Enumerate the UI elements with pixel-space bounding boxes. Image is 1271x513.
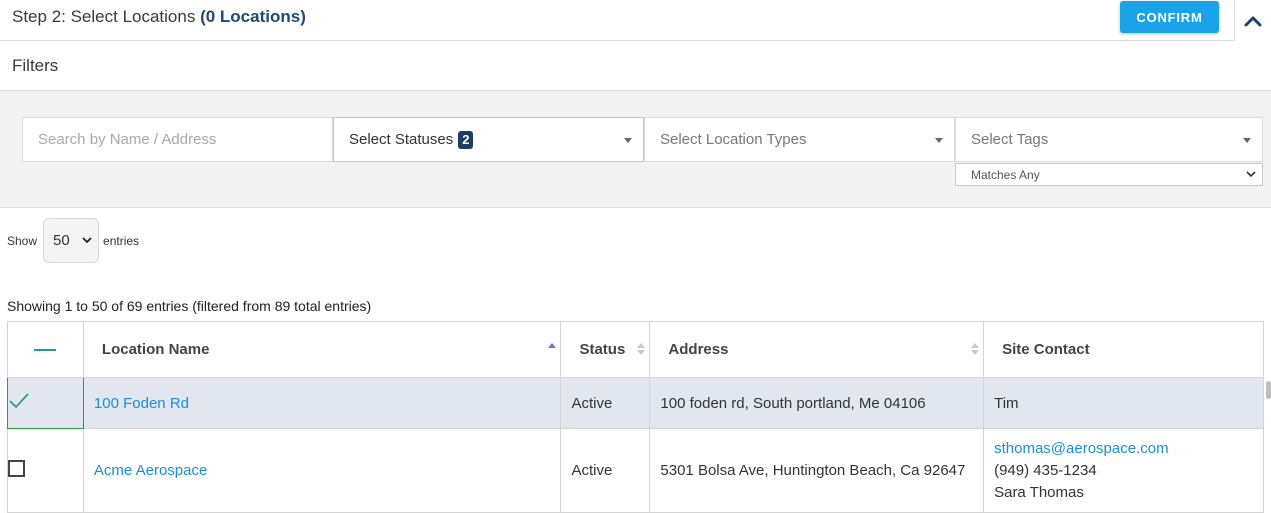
select-all-header[interactable]: [7, 321, 84, 378]
location-type-filter-dropdown[interactable]: Select Location Types: [644, 117, 955, 162]
row-checkbox[interactable]: [8, 460, 25, 477]
column-header-label: Location Name: [101, 341, 210, 358]
scrollbar-thumb[interactable]: [1266, 381, 1271, 399]
table-info: Showing 1 to 50 of 69 entries (filtered …: [7, 298, 372, 314]
page-length-control: Show 50 entries: [7, 218, 139, 263]
location-name-cell: Acme Aerospace: [82, 428, 562, 513]
site-contact-cell: Tim: [983, 377, 1264, 429]
status-count-badge: 2: [458, 130, 474, 149]
column-header-site-contact: Site Contact: [983, 321, 1264, 378]
sort-icon: [637, 343, 646, 355]
tag-match-select[interactable]: Matches Any: [955, 163, 1263, 186]
column-header-status[interactable]: Status: [560, 321, 651, 378]
location-type-filter-label: Select Location Types: [660, 131, 807, 148]
chevron-down-icon: [1246, 171, 1256, 178]
location-link[interactable]: Acme Aerospace: [94, 462, 207, 479]
locations-count: (0 Locations): [200, 7, 306, 26]
chevron-down-icon: [82, 237, 92, 244]
contact-email-link[interactable]: sthomas@aerospace.com: [994, 438, 1263, 460]
location-name-cell: 100 Foden Rd: [82, 377, 562, 429]
page-length-value: 50: [53, 232, 70, 249]
location-link[interactable]: 100 Foden Rd: [94, 395, 189, 412]
row-select-cell[interactable]: [7, 377, 84, 429]
filter-panel: Select Statuses 2 Select Location Types …: [0, 90, 1271, 208]
checkmark-icon[interactable]: [8, 392, 30, 410]
contact-name: Tim: [994, 394, 1019, 412]
collapse-toggle[interactable]: [1234, 0, 1271, 41]
column-header-address[interactable]: Address: [649, 321, 985, 378]
caret-down-icon: [624, 138, 632, 143]
caret-down-icon: [1243, 138, 1251, 143]
table-header-row: Location Name Status Address Site Contac…: [7, 321, 1264, 378]
address-cell: 5301 Bolsa Ave, Huntington Beach, Ca 926…: [649, 428, 985, 513]
step-title-text: Step 2: Select Locations: [12, 7, 196, 26]
address-cell: 100 foden rd, South portland, Me 04106: [649, 377, 985, 429]
page-length-select[interactable]: 50: [43, 218, 100, 263]
column-header-label: Status: [579, 341, 626, 358]
show-label: Show: [7, 233, 38, 248]
status-cell: Active: [560, 377, 651, 429]
site-contact-cell: sthomas@aerospace.com (949) 435-1234 Sar…: [983, 428, 1264, 513]
table-row[interactable]: Acme Aerospace Active 5301 Bolsa Ave, Hu…: [7, 428, 1264, 513]
locations-table: Location Name Status Address Site Contac…: [7, 321, 1264, 513]
chevron-up-icon: [1244, 16, 1262, 26]
entries-label: entries: [103, 233, 140, 248]
column-header-location-name[interactable]: Location Name: [82, 321, 562, 378]
contact-phone: (949) 435-1234: [994, 461, 1097, 479]
sort-icon: [971, 343, 980, 355]
tags-filter-dropdown[interactable]: Select Tags: [955, 117, 1263, 162]
tag-match-value: Matches Any: [971, 167, 1040, 182]
status-cell: Active: [560, 428, 651, 513]
tags-filter-label: Select Tags: [971, 131, 1049, 148]
step-title: Step 2: Select Locations (0 Locations): [12, 7, 306, 27]
column-header-label: Site Contact: [1002, 341, 1090, 358]
filters-title: Filters: [12, 56, 59, 75]
contact-name: Sara Thomas: [994, 483, 1084, 501]
column-header-label: Address: [668, 341, 729, 358]
step-header: Step 2: Select Locations (0 Locations) C…: [0, 0, 1271, 41]
sort-asc-icon: [548, 343, 557, 355]
table-row[interactable]: 100 Foden Rd Active 100 foden rd, South …: [7, 377, 1264, 429]
status-filter-dropdown[interactable]: Select Statuses 2: [333, 117, 644, 162]
confirm-button[interactable]: CONFIRM: [1120, 1, 1219, 33]
search-input[interactable]: [22, 117, 333, 162]
status-filter-label: Select Statuses: [349, 131, 454, 148]
deselect-all-icon[interactable]: [34, 349, 57, 352]
row-select-cell[interactable]: [7, 428, 84, 513]
caret-down-icon: [935, 138, 943, 143]
